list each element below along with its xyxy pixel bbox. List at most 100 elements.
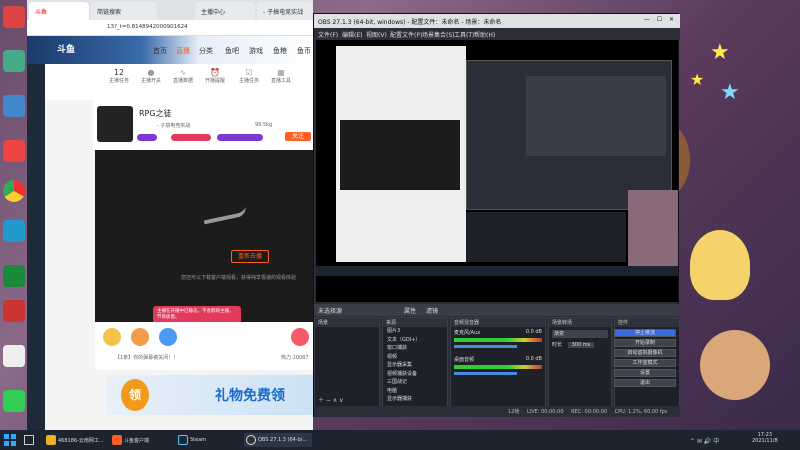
start-recording-button[interactable]: 开始录制 — [614, 339, 676, 347]
task-view-icon[interactable] — [24, 435, 34, 445]
desktop-icon-1[interactable] — [3, 6, 25, 28]
address-bar[interactable]: 13?_t=0.8148942000901624 — [27, 20, 313, 36]
gift-item[interactable] — [291, 328, 309, 346]
menu-view[interactable]: 视图(V) — [366, 30, 387, 39]
desktop-icon-6[interactable] — [3, 220, 25, 242]
nav-games[interactable]: 游戏 — [249, 46, 263, 56]
desktop-icon-7[interactable] — [3, 265, 25, 287]
browser-tabbar: 斗鱼 简链搜索 主播中心 - 子搞电竞实战 — [27, 0, 313, 20]
source-item[interactable]: 显示器采集 — [383, 361, 447, 370]
rec-status: REC: 00:00:00 — [571, 409, 607, 415]
volume-slider[interactable] — [454, 345, 518, 348]
tray-icons[interactable]: ⌃ ✉ 🔊 中 — [690, 436, 719, 445]
gift-item[interactable] — [131, 328, 149, 346]
taskbar-item-explorer[interactable]: 468186-云南网工... — [44, 433, 106, 447]
stat-tasks2[interactable]: ☑ 主播任务 — [235, 68, 263, 84]
nav-fishcoin[interactable]: 鱼币 — [297, 46, 311, 56]
tab-anchor-center[interactable]: 主播中心 — [195, 2, 255, 20]
taskbar-item-obs[interactable]: OBS 27.1.3 (64-bi... — [244, 433, 312, 447]
offline-swoosh-icon — [202, 205, 248, 225]
follow-button[interactable]: 关注 — [285, 132, 311, 141]
preview-nested-video — [340, 120, 460, 190]
obs-preview[interactable] — [316, 40, 678, 302]
nav-live[interactable]: 直播 — [176, 46, 190, 56]
obs-titlebar[interactable]: OBS 27.1.3 (64-bit, windows) - 配置文件：未命名 … — [314, 14, 680, 28]
gift-item[interactable] — [159, 328, 177, 346]
start-icon[interactable] — [4, 434, 16, 446]
source-item[interactable]: 视频 — [383, 353, 447, 362]
source-item[interactable]: 视频捕获设备 — [383, 370, 447, 379]
tag-pill[interactable] — [137, 134, 157, 141]
nav-home[interactable]: 首页 — [153, 46, 167, 56]
clock[interactable]: 17:23 2021/11/8 — [752, 432, 778, 444]
desktop-icon-4[interactable] — [3, 140, 25, 162]
studio-mode-button[interactable]: 工作室模式 — [614, 359, 676, 367]
stat-switch[interactable]: ● 主播开关 — [137, 68, 165, 84]
menu-profile[interactable]: 配置文件(P) — [390, 30, 422, 39]
gift-item[interactable] — [103, 328, 121, 346]
obs-menubar: 文件(F) 编辑(E) 视图(V) 配置文件(P) 场景集合(S) 工具(T) … — [314, 28, 680, 40]
star-decoration: ★ — [690, 70, 705, 89]
anchor-stats-bar: 12 主播任务 ● 主播开关 ∿ 直播数据 ⏰ 开播提醒 ☑ 主播任务 ▦ 直播工具 — [45, 64, 313, 100]
wallpaper-character — [690, 230, 750, 300]
chrome-icon[interactable] — [3, 180, 25, 202]
nav-category[interactable]: 分类 — [199, 46, 213, 56]
obs-statusbar: 12帧 LIVE: 00:00:00 REC: 00:00:00 CPU: 1.… — [314, 406, 680, 417]
desktop-icon-3[interactable] — [3, 95, 25, 117]
transition-select[interactable]: 渐变 — [552, 330, 608, 338]
source-item[interactable]: 三国战记 — [383, 378, 447, 387]
tab-search[interactable]: 简链搜索 — [91, 2, 157, 20]
menu-scene-collection[interactable]: 场景集合(S) — [422, 30, 455, 39]
duration-input[interactable]: 300 ms — [567, 342, 595, 348]
desktop-icon-2[interactable] — [3, 50, 25, 72]
exit-button[interactable]: 退出 — [614, 379, 676, 387]
stat-reminder[interactable]: ⏰ 开播提醒 — [201, 68, 229, 84]
filters-button[interactable]: 滤镜 — [426, 306, 438, 315]
stat-data[interactable]: ∿ 直播数据 — [169, 68, 197, 84]
stop-stream-button[interactable]: 停止推流 — [614, 329, 676, 337]
desktop-icon-9[interactable] — [3, 345, 25, 367]
scene-add-icon[interactable]: ＋ − ∧ ∨ — [318, 395, 344, 404]
menu-edit[interactable]: 编辑(E) — [342, 30, 362, 39]
taskbar-item-douyu[interactable]: 斗鱼客户端 — [110, 433, 172, 447]
room-header: RPG之徒 - 子搞电竞实战 99.5kg 关注 — [93, 100, 313, 150]
source-item[interactable]: 电脑 — [383, 387, 447, 396]
controls-header: 控件 — [615, 318, 679, 327]
menu-help[interactable]: 帮助(H) — [474, 30, 495, 39]
avatar[interactable] — [97, 106, 133, 142]
source-item[interactable]: 窗口捕获 — [383, 344, 447, 353]
virtual-camera-button[interactable]: 启动虚拟摄像机 — [614, 349, 676, 357]
source-item[interactable]: 图片3 — [383, 327, 447, 336]
source-item[interactable]: 显示器捕获 — [383, 395, 447, 404]
volume-slider[interactable] — [454, 372, 518, 375]
tab-douyu[interactable]: 斗鱼 — [29, 2, 89, 20]
video-player[interactable]: 重新去播 您还可以下载客户端观看，获得纯享极速的观看体验 主播在开播中已静态，不… — [95, 150, 313, 324]
taskbar-item-steam[interactable]: Steam — [176, 433, 238, 447]
properties-button[interactable]: 属性 — [404, 306, 416, 315]
menu-tools[interactable]: 工具(T) — [454, 30, 474, 39]
restart-button[interactable]: 重新去播 — [231, 250, 269, 263]
obs-window: OBS 27.1.3 (64-bit, windows) - 配置文件：未命名 … — [313, 13, 680, 417]
tag-pill[interactable] — [217, 134, 263, 141]
minimize-icon[interactable]: — — [644, 16, 650, 23]
download-notice: 您还可以下载客户端观看，获得纯享极速的观看体验 — [181, 275, 297, 281]
stat-tasks[interactable]: 12 主播任务 — [105, 68, 133, 84]
site-logo[interactable]: 斗鱼 — [57, 42, 97, 58]
ad-banner[interactable]: 领 礼物免费领 — [107, 375, 313, 415]
mixer-dock: 音频混音器 麦克风/Aux 0.0 dB 桌面音频 0.0 dB — [450, 317, 546, 407]
tab-room[interactable]: - 子搞电竞实战 — [257, 2, 313, 20]
source-toolbar: 未选择源 属性 滤镜 — [314, 304, 680, 316]
nav-fishbar[interactable]: 鱼吧 — [225, 46, 239, 56]
source-item[interactable]: 文本（GDI+） — [383, 336, 447, 345]
close-icon[interactable]: ✕ — [669, 16, 674, 23]
menu-file[interactable]: 文件(F) — [318, 30, 338, 39]
stat-tools[interactable]: ▦ 直播工具 — [267, 68, 295, 84]
desktop-icon-10[interactable] — [3, 390, 25, 412]
settings-button[interactable]: 设置 — [614, 369, 676, 377]
desktop-icon-8[interactable] — [3, 300, 25, 322]
nav-fishfood[interactable]: 鱼粮 — [273, 46, 287, 56]
anchor-name[interactable]: - 子搞电竞实战 — [157, 122, 190, 129]
maximize-icon[interactable]: ☐ — [657, 16, 662, 23]
tag-pill[interactable] — [171, 134, 211, 141]
fans-count: 99.5kg — [255, 122, 273, 128]
